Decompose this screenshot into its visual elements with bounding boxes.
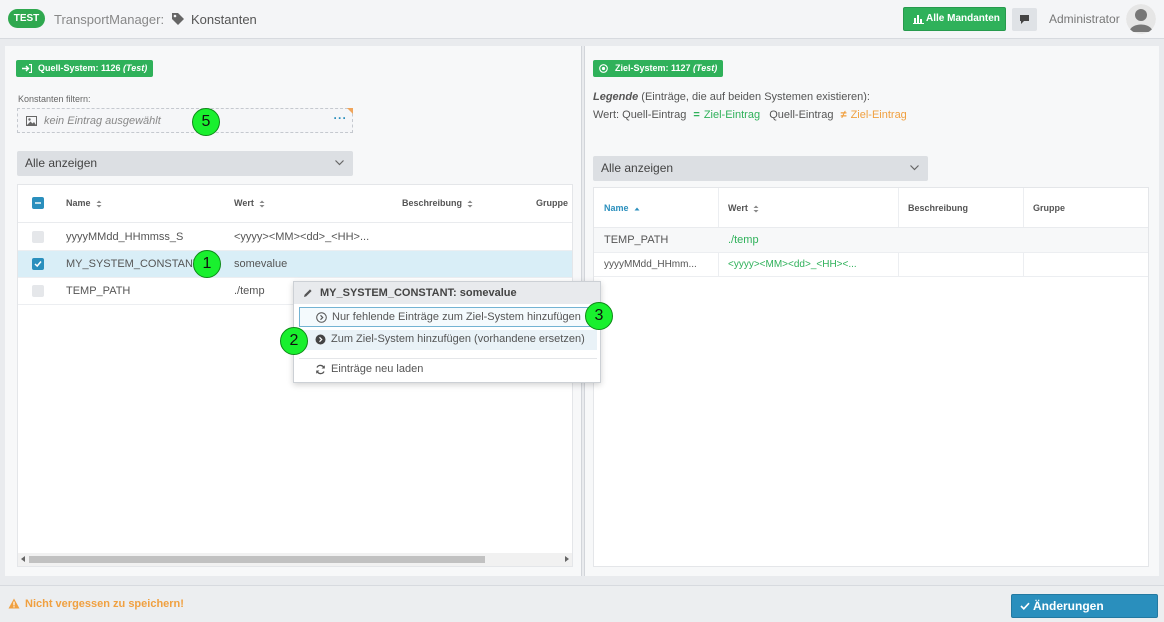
column-header-group[interactable]: Gruppe [1033, 203, 1065, 213]
filter-corner-marker [347, 108, 353, 114]
column-header-name[interactable]: Name [604, 203, 640, 213]
all-clients-label: Alle Mandanten [926, 13, 1000, 24]
scroll-right-arrow[interactable] [565, 556, 569, 562]
target-select-value: Alle anzeigen [601, 161, 674, 175]
select-all-checkbox[interactable] [32, 197, 44, 209]
column-header-value[interactable]: Wert [728, 203, 759, 213]
source-system-badge: Quell-System: 1126 (Test) [16, 60, 154, 77]
chart-icon [913, 14, 924, 24]
tag-icon [171, 12, 185, 26]
context-menu-title: MY_SYSTEM_CONSTANT: somevalue [294, 282, 600, 304]
env-badge: TEST [8, 9, 45, 28]
header-divider [18, 222, 572, 223]
source-select-value: Alle anzeigen [25, 156, 98, 170]
row-name: TEMP_PATH [66, 285, 131, 297]
image-icon [26, 116, 37, 126]
row-value: ./temp [728, 234, 759, 246]
legend-line: Wert: Quell-Eintrag = Ziel-Eintrag Quell-… [593, 109, 907, 121]
target-system-badge: Ziel-System: 1127 (Test) [593, 60, 724, 77]
row-value: ./temp [234, 285, 265, 297]
sort-icon [259, 200, 265, 208]
row-checkbox[interactable] [32, 231, 44, 243]
column-header-value[interactable]: Wert [234, 198, 265, 208]
target-panel: Ziel-System: 1127 (Test) Legende (Einträ… [584, 46, 1159, 576]
refresh-icon [315, 364, 326, 375]
filter-more-button[interactable]: ··· [334, 111, 348, 125]
callout-5: 5 [192, 108, 220, 136]
legend-title: Legende (Einträge, die auf beiden System… [593, 91, 870, 103]
add-replace-entries-item[interactable]: Zum Ziel-System hinzufügen (vorhandene e… [299, 330, 597, 350]
legend-notequal-symbol: ≠ [840, 109, 847, 121]
target-system-env: (Test) [693, 63, 718, 73]
column-header-description[interactable]: Beschreibung [908, 203, 968, 213]
callout-1: 1 [193, 250, 221, 278]
row-name: yyyyMMdd_HHmmss_S [66, 231, 184, 243]
top-bar: TEST TransportManager: Konstanten Alle M… [0, 0, 1164, 39]
row-value: <yyyy><MM><dd>_<HH>... [234, 231, 370, 243]
user-avatar-icon [1126, 4, 1156, 34]
footer-bar: Nicht vergessen zu speichern! Änderungen… [0, 585, 1164, 622]
filter-label: Konstanten filtern: [18, 94, 91, 104]
user-name[interactable]: Administrator [1049, 12, 1120, 26]
reload-entries-item[interactable]: Einträge neu laden [299, 360, 597, 380]
save-warning: Nicht vergessen zu speichern! [8, 598, 184, 610]
chevron-down-icon [910, 165, 919, 171]
chat-button[interactable] [1012, 8, 1037, 31]
row-checkbox[interactable] [32, 285, 44, 297]
add-missing-entries-item[interactable]: Nur fehlende Einträge zum Ziel-System hi… [299, 307, 597, 327]
column-header-description[interactable]: Beschreibung [402, 198, 473, 208]
circle-chevron-right-icon [316, 312, 327, 323]
sign-in-icon [22, 64, 32, 73]
column-header-name[interactable]: Name [66, 198, 102, 208]
row-name: yyyyMMdd_HHmm... [604, 259, 697, 270]
table-row[interactable]: yyyyMMdd_HHmmss_S <yyyy><MM><dd>_<HH>... [18, 224, 572, 251]
sort-icon [753, 205, 759, 213]
filter-placeholder: kein Eintrag ausgewählt [44, 115, 161, 127]
table-row[interactable]: MY_SYSTEM_CONSTANT somevalue [18, 251, 572, 278]
chevron-down-icon [335, 160, 344, 166]
menu-divider [299, 358, 597, 359]
warning-icon [8, 598, 20, 609]
check-icon [1020, 602, 1030, 610]
avatar[interactable] [1126, 4, 1156, 34]
chat-icon [1019, 14, 1030, 25]
legend-target-equal: Ziel-Eintrag [703, 109, 761, 121]
sort-icon [96, 200, 102, 208]
save-changes-button[interactable]: Änderungen speichern [1011, 594, 1158, 622]
context-menu: MY_SYSTEM_CONSTANT: somevalue Nur fehlen… [293, 281, 601, 383]
sort-asc-icon [634, 207, 640, 211]
scroll-left-arrow[interactable] [21, 556, 25, 562]
horizontal-scrollbar[interactable] [18, 553, 572, 566]
constant-filter-input[interactable]: kein Eintrag ausgewählt ··· [17, 108, 353, 133]
sort-icon [467, 200, 473, 208]
circle-chevron-right-filled-icon [315, 334, 326, 345]
pencil-icon [303, 288, 313, 298]
row-value: <yyyy><MM><dd>_<HH><... [728, 259, 857, 270]
app-title: TransportManager: [54, 12, 165, 27]
table-row[interactable]: yyyyMMdd_HHmm... <yyyy><MM><dd>_<HH><... [594, 253, 1148, 277]
source-system-env: (Test) [123, 63, 148, 73]
legend-target-notequal: Ziel-Eintrag [850, 109, 907, 121]
column-header-group[interactable]: Gruppe [536, 198, 568, 208]
callout-2: 2 [280, 327, 308, 355]
row-value: somevalue [234, 258, 288, 270]
target-system-label: Ziel-System: 1127 [615, 63, 694, 73]
legend-equal-symbol: = [693, 109, 700, 121]
callout-3: 3 [585, 302, 613, 330]
page-title: Konstanten [191, 12, 257, 27]
target-table: Name Wert Beschreibung Gruppe TEMP_PATH … [593, 187, 1149, 567]
source-show-select[interactable]: Alle anzeigen [17, 151, 353, 176]
scroll-thumb[interactable] [29, 556, 485, 563]
source-system-label: Quell-System: 1126 [38, 63, 124, 73]
table-row[interactable]: TEMP_PATH ./temp [594, 228, 1148, 253]
target-show-select[interactable]: Alle anzeigen [593, 156, 928, 181]
target-icon [599, 64, 608, 73]
row-name: MY_SYSTEM_CONSTANT [66, 258, 200, 270]
legend-source-label: Quell-Eintrag [769, 109, 834, 121]
all-clients-button[interactable]: Alle Mandanten [903, 7, 1006, 31]
row-name: TEMP_PATH [604, 234, 669, 246]
row-checkbox[interactable] [32, 258, 44, 270]
